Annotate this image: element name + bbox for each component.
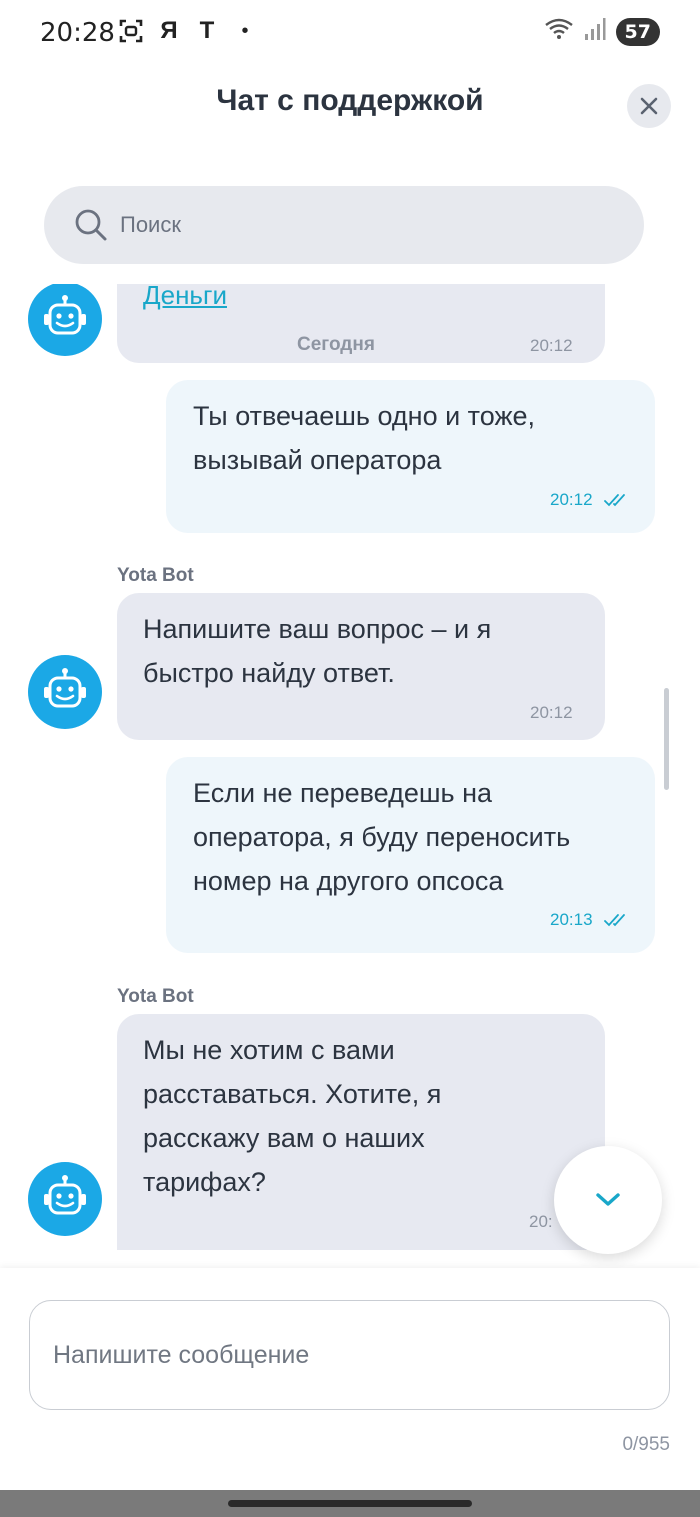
chat-scrollbar[interactable] [664,688,669,790]
bot-message: Деньги Сегодня 20:12 [117,284,605,363]
date-separator: Сегодня [297,334,375,355]
message-line: расскажу вам о наших [143,1123,425,1153]
page-title: Чат с поддержкой [216,84,484,117]
message-time: 20: [529,1212,553,1231]
message-time: 20:13 [550,910,593,929]
bot-avatar [28,1162,102,1236]
message-line: Мы не хотим с вами [143,1035,395,1065]
battery-indicator: 57 [615,17,660,46]
bot-message: Мы не хотим с вами расставаться. Хотите,… [117,1014,605,1250]
double-check-icon [604,914,625,927]
tbank-icon: T [199,17,215,44]
sender-name: Yota Bot [117,986,194,1007]
home-gesture-handle[interactable] [228,1500,472,1507]
robot-icon [44,668,86,708]
message-line: быстро найду ответ. [143,658,395,688]
message-line: номер на другого опсоса [193,866,504,896]
message-time: 20:12 [530,703,573,722]
status-bar: 20:28 Я T • 57 [0,0,700,64]
double-check-icon [604,494,625,507]
money-link[interactable]: Деньги [143,284,227,311]
sender-name: Yota Bot [117,565,194,586]
user-message: Если не переведешь на оператора, я буду … [166,757,655,953]
search-bar[interactable] [44,186,644,264]
navigation-bar [0,1490,700,1517]
message-line: вызывай оператора [193,445,442,475]
message-input[interactable] [29,1300,670,1410]
robot-icon [44,1175,86,1215]
user-message: Ты отвечаешь одно и тоже, вызывай операт… [166,380,655,533]
bot-avatar [28,284,102,356]
chevron-down-icon [596,1193,620,1206]
message-line: Ты отвечаешь одно и тоже, [193,401,536,431]
robot-icon [44,295,86,335]
message-line: оператора, я буду переносить [193,822,571,852]
screenshot-icon [118,18,144,44]
chat-messages[interactable]: Деньги Сегодня 20:12 Ты отвечаешь одно и… [0,284,700,1250]
message-line: расставаться. Хотите, я [143,1079,442,1109]
wifi-icon [544,16,574,47]
yandex-icon: Я [160,17,178,44]
message-line: тарифах? [143,1167,266,1197]
signal-icon [584,17,606,46]
close-button[interactable] [627,84,671,128]
close-icon [640,97,658,115]
dot-icon: • [241,19,249,42]
search-icon [75,209,107,241]
search-input[interactable] [120,186,600,264]
scroll-down-button[interactable] [554,1146,662,1254]
char-counter: 0/955 [622,1434,670,1455]
system-indicators: 57 [544,16,660,47]
message-time: 20:12 [530,336,573,355]
bot-avatar [28,655,102,729]
message-line: Напишите ваш вопрос – и я [143,614,492,644]
composer: 0/955 [0,1268,700,1490]
notification-icons: Я T • [118,17,258,44]
message-line: Если не переведешь на [193,778,493,808]
message-time: 20:12 [550,490,593,509]
bot-message: Напишите ваш вопрос – и я быстро найду о… [117,593,605,740]
status-time: 20:28 [40,18,115,48]
